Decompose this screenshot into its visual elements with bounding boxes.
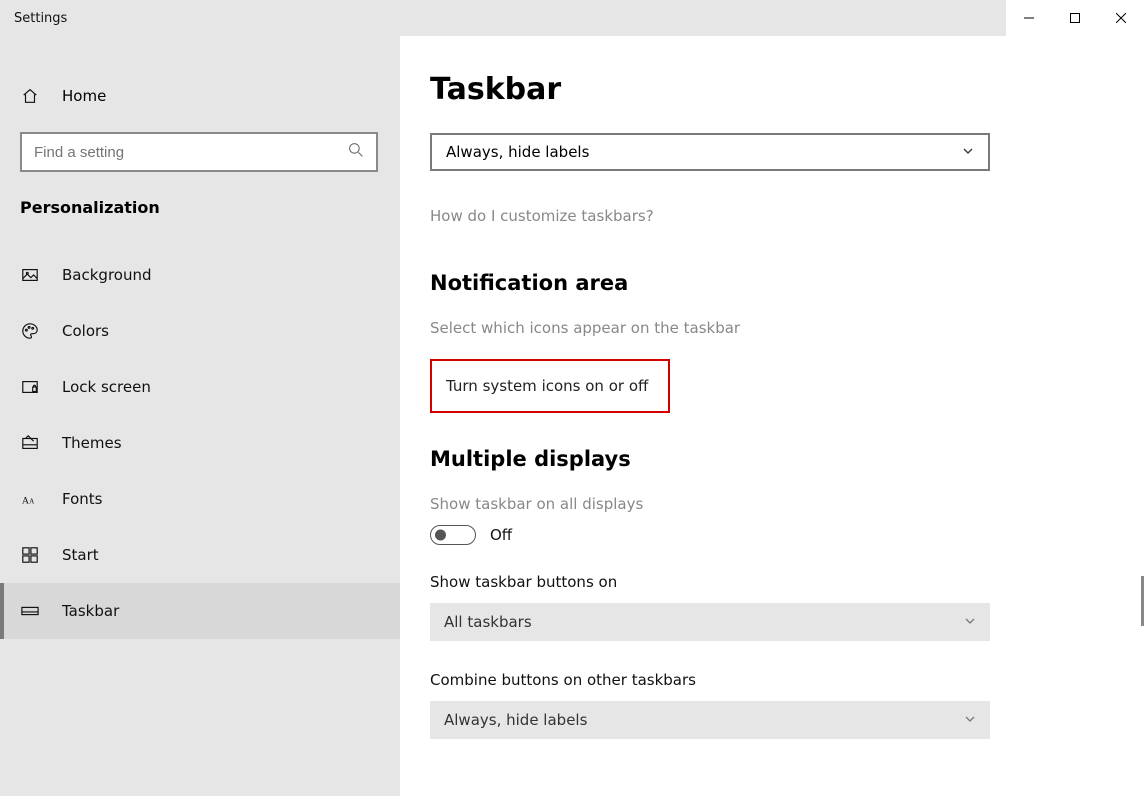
search-icon [348,142,364,162]
system-icons-link[interactable]: Turn system icons on or off [444,377,650,395]
show-buttons-label: Show taskbar buttons on [430,573,1114,591]
combine-other-label: Combine buttons on other taskbars [430,671,1114,689]
sidebar-item-fonts[interactable]: AA Fonts [0,471,400,527]
window-title: Settings [0,11,67,26]
svg-text:A: A [29,498,35,506]
titlebar: Settings [0,0,1144,36]
sidebar-item-label: Fonts [62,490,102,508]
fonts-icon: AA [20,489,40,509]
sidebar: Home Personalization Background Colors [0,36,400,796]
sidebar-section-title: Personalization [0,188,400,247]
help-link[interactable]: How do I customize taskbars? [430,207,1114,225]
sidebar-item-label: Start [62,546,99,564]
sidebar-item-label: Colors [62,322,109,340]
sidebar-item-label: Themes [62,434,122,452]
combine-other-dropdown[interactable]: Always, hide labels [430,701,990,739]
page-title: Taskbar [430,72,1114,107]
minimize-button[interactable] [1006,0,1052,36]
combine-buttons-dropdown[interactable]: Always, hide labels [430,133,990,171]
taskbar-icon [20,601,40,621]
palette-icon [20,321,40,341]
lockscreen-icon [20,377,40,397]
highlight-annotation: Turn system icons on or off [430,359,670,413]
themes-icon [20,433,40,453]
sidebar-item-label: Background [62,266,152,284]
sidebar-item-start[interactable]: Start [0,527,400,583]
home-icon [20,86,40,106]
sidebar-item-themes[interactable]: Themes [0,415,400,471]
sidebar-item-taskbar[interactable]: Taskbar [0,583,400,639]
sidebar-item-label: Lock screen [62,378,151,396]
dropdown-value: All taskbars [444,613,532,631]
sidebar-item-background[interactable]: Background [0,247,400,303]
toggle-state-label: Off [490,526,512,544]
sidebar-item-colors[interactable]: Colors [0,303,400,359]
dropdown-value: Always, hide labels [444,711,587,729]
sidebar-item-label: Taskbar [62,602,119,620]
search-input[interactable] [34,144,348,161]
chevron-down-icon [964,711,976,729]
sidebar-home[interactable]: Home [0,66,400,126]
content-area: Taskbar Always, hide labels How do I cus… [400,36,1144,796]
window-controls [1006,0,1144,36]
show-buttons-dropdown[interactable]: All taskbars [430,603,990,641]
chevron-down-icon [962,143,974,161]
close-button[interactable] [1098,0,1144,36]
toggle-knob [435,530,446,541]
chevron-down-icon [964,613,976,631]
search-box[interactable] [20,132,378,172]
multiple-displays-heading: Multiple displays [430,447,1114,471]
dropdown-value: Always, hide labels [446,143,589,161]
show-all-displays-toggle[interactable] [430,525,476,545]
show-all-displays-label: Show taskbar on all displays [430,495,1114,513]
maximize-button[interactable] [1052,0,1098,36]
notification-heading: Notification area [430,271,1114,295]
sidebar-item-lockscreen[interactable]: Lock screen [0,359,400,415]
select-icons-link[interactable]: Select which icons appear on the taskbar [430,319,1114,337]
start-icon [20,545,40,565]
sidebar-home-label: Home [62,87,106,105]
picture-icon [20,265,40,285]
